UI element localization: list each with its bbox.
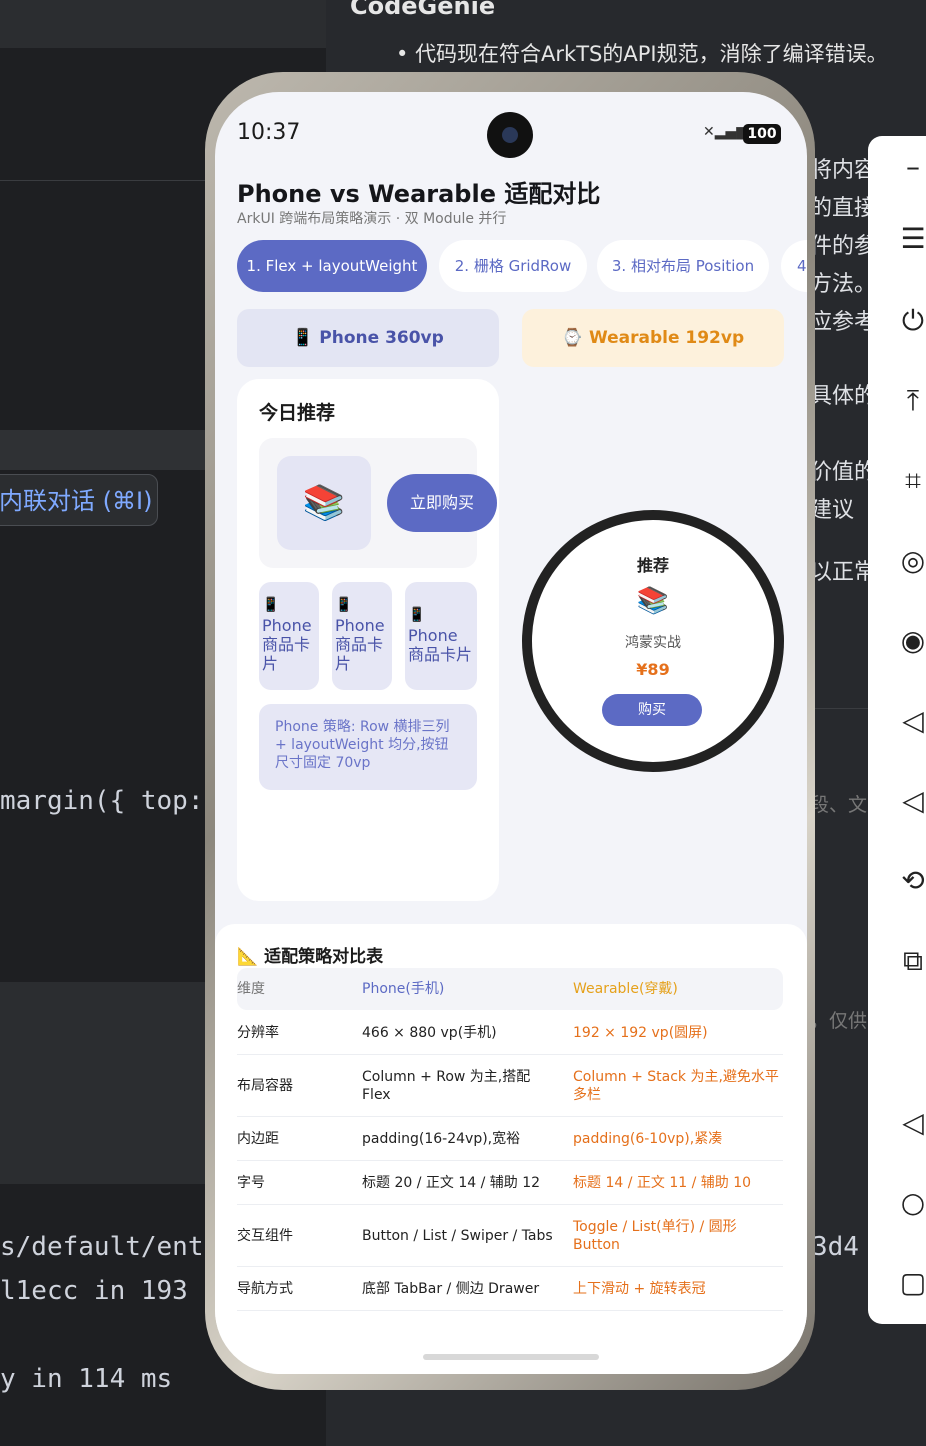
bullet-text: 代码现在符合ArkTS的API规范，消除了编译错误。 (415, 42, 888, 66)
table-title: 📐 适配策略对比表 (237, 947, 384, 967)
camera-icon (487, 112, 533, 158)
table-cell: 标题 20 / 正文 14 / 辅助 12 (362, 1175, 541, 1191)
log-line: s/default/entr (0, 1232, 220, 1262)
table-cell: 交互组件 (237, 1228, 293, 1244)
divider (0, 430, 210, 470)
volume-up-icon[interactable]: ◁ (896, 784, 926, 818)
pin-top-icon[interactable]: ⤒ (896, 384, 926, 418)
card-title: 今日推荐 (259, 402, 336, 424)
row-divider (237, 1116, 783, 1117)
table-cell: Column + Row 为主,搭配 Flex (362, 1069, 531, 1103)
table-cell: Column + Stack 为主,避免水平多栏 (573, 1069, 779, 1103)
table-cell: 导航方式 (237, 1281, 293, 1297)
panel-text: 方法。 (810, 272, 877, 297)
power-icon[interactable]: ⏻ (896, 304, 926, 338)
rotate-icon[interactable]: ⟲ (896, 864, 926, 898)
log-line: y in 114 ms (0, 1364, 173, 1394)
panel-text: 的直接 (810, 196, 877, 221)
panel-text: 价值的 (810, 460, 877, 485)
table-cell: padding(6-10vp),紧凑 (573, 1131, 723, 1147)
table-cell: 192 × 192 vp(圆屏) (573, 1025, 708, 1041)
log-line: 3d4 (812, 1232, 859, 1262)
crop-icon[interactable]: ⌗ (896, 464, 926, 498)
panel-text: 将内容 (810, 158, 877, 183)
row-divider (237, 1204, 783, 1205)
home-icon[interactable]: ○ (896, 1186, 926, 1220)
back-icon[interactable]: ◁ (896, 1106, 926, 1140)
tab-flex[interactable]: 1. Flex + layoutWeight (237, 240, 427, 292)
codegenie-title: CodeGenie (350, 0, 496, 20)
row-divider (237, 1310, 783, 1311)
mini-card-label: Phone 商品卡片 (408, 626, 473, 664)
table-cell: 466 × 880 vp(手机) (362, 1025, 497, 1041)
panel-text: 具体的 (810, 384, 877, 409)
books-icon: 📚 (277, 456, 371, 550)
strategy-note: Phone 策略: Row 横排三列 + layoutWeight 均分,按钮尺… (259, 704, 477, 790)
phone-icon: 📱 (262, 597, 280, 613)
panel-text: 件的参 (810, 234, 877, 259)
header-wearable: Wearable(穿戴) (573, 981, 678, 997)
mini-card-label: Phone 商品卡片 (335, 616, 385, 673)
panel-text: 应参考 (810, 310, 877, 335)
status-time: 10:37 (237, 120, 301, 145)
watch-product-name: 鸿蒙实战 (625, 635, 681, 651)
table-cell: 布局容器 (237, 1078, 293, 1094)
panel-text: ，仅供 (810, 1010, 868, 1032)
header-dimension: 维度 (237, 981, 265, 997)
watch-buy-button[interactable]: 购买 (602, 694, 702, 726)
tab-4[interactable]: 4 (781, 240, 807, 292)
header-phone: Phone(手机) (362, 981, 445, 997)
watch-title: 推荐 (636, 556, 669, 575)
mini-card-label: Phone 商品卡片 (262, 616, 312, 673)
battery-icon: 100 (743, 124, 781, 144)
table-cell: 上下滑动 + 旋转表冠 (573, 1281, 706, 1297)
watch-price: ¥89 (636, 660, 670, 679)
codegenie-bullet: • 代码现在符合ArkTS的API规范，消除了编译错误。 (396, 42, 888, 66)
table-cell: Toggle / List(单行) / 圆形 Button (573, 1219, 737, 1253)
panel-text: 以正常 (810, 560, 877, 585)
page-title: Phone vs Wearable 适配对比 (237, 180, 601, 208)
books-icon: 📚 (636, 586, 670, 616)
table-cell: padding(16-24vp),宽裕 (362, 1131, 521, 1147)
signal-icon: ✕▂▄▆ (703, 124, 748, 140)
table-cell: 分辨率 (237, 1025, 279, 1041)
volume-down-icon[interactable]: ◁ (896, 704, 926, 738)
tab-position[interactable]: 3. 相对布局 Position (597, 240, 769, 292)
divider (810, 708, 870, 709)
table-cell: 底部 TabBar / 侧边 Drawer (362, 1281, 540, 1297)
minimize-icon[interactable]: – (896, 150, 926, 184)
phone-screen: 10:37 ✕▂▄▆ 100 Phone vs Wearable 适配对比 Ar… (215, 92, 807, 1374)
mini-product-card[interactable]: 📱 Phone 商品卡片 (259, 582, 319, 690)
row-divider (237, 1266, 783, 1267)
buy-now-button[interactable]: 立即购买 (387, 474, 497, 532)
phone-icon: 📱 (408, 607, 426, 623)
table-cell: 标题 14 / 正文 11 / 辅助 10 (573, 1175, 752, 1191)
panel-text: 建议 (810, 498, 855, 523)
phone-icon: 📱 (335, 597, 353, 613)
menu-icon[interactable]: ☰ (896, 222, 926, 256)
divider (0, 180, 210, 181)
multi-screen-icon[interactable]: ⧉ (896, 944, 926, 978)
row-divider (237, 1054, 783, 1055)
table-cell: 内边距 (237, 1131, 279, 1147)
record-icon[interactable]: ◉ (896, 624, 926, 658)
page-subtitle: ArkUI 跨端布局策略演示 · 双 Module 并行 (237, 211, 507, 227)
inline-chat-button[interactable]: 内联对话 (⌘I) (0, 474, 158, 526)
device-phone-button[interactable]: 📱 Phone 360vp (237, 309, 499, 367)
terminal-header (0, 1034, 210, 1184)
table-cell: 字号 (237, 1175, 265, 1191)
mini-product-card[interactable]: 📱 Phone 商品卡片 (332, 582, 392, 690)
screenshot-icon[interactable]: ◎ (896, 544, 926, 578)
recent-icon[interactable]: ▢ (896, 1266, 926, 1300)
home-indicator[interactable] (423, 1354, 599, 1360)
row-divider (237, 1160, 783, 1161)
divider (0, 982, 210, 1034)
mini-product-card[interactable]: 📱 Phone 商品卡片 (405, 582, 477, 690)
panel-text: 段、文 (810, 794, 868, 816)
table-cell: Button / List / Swiper / Tabs (362, 1228, 553, 1244)
device-wearable-button[interactable]: ⌚ Wearable 192vp (522, 309, 784, 367)
tab-gridrow[interactable]: 2. 栅格 GridRow (439, 240, 587, 292)
log-line: l1ecc in 193 n (0, 1276, 220, 1306)
code-line-margin: margin({ top: (0, 786, 204, 816)
